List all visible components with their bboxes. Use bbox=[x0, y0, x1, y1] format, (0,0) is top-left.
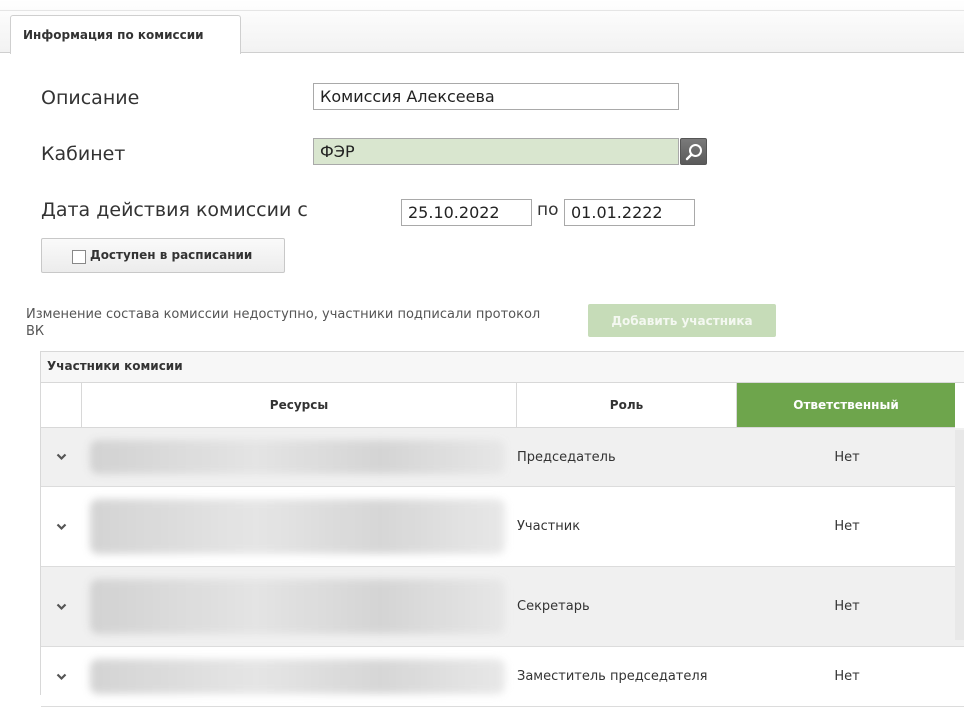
participants-grid: Участники комисии Ресурсы Роль Ответстве… bbox=[40, 351, 964, 707]
role-cell: Секретарь bbox=[517, 599, 590, 614]
date-to-label: по bbox=[537, 200, 559, 220]
column-header-resources[interactable]: Ресурсы bbox=[82, 383, 517, 428]
cabinet-input[interactable]: ФЭР bbox=[313, 138, 679, 165]
description-label: Описание bbox=[41, 87, 140, 109]
tab-commission-info[interactable]: Информация по комиссии bbox=[10, 15, 241, 54]
date-from-input[interactable]: 25.10.2022 bbox=[401, 199, 532, 226]
redacted-resource bbox=[90, 659, 505, 694]
composition-locked-notice: Изменение состава комиссии недоступно, у… bbox=[26, 307, 541, 339]
resource-cell bbox=[82, 487, 515, 566]
resource-cell bbox=[82, 567, 515, 646]
chevron-down-icon bbox=[56, 603, 67, 610]
table-row[interactable]: Участник Нет bbox=[41, 487, 964, 567]
responsible-cell: Нет bbox=[834, 599, 860, 614]
add-participant-button[interactable]: Добавить участника bbox=[588, 304, 776, 337]
role-cell: Заместитель председателя bbox=[517, 669, 708, 684]
column-header-role[interactable]: Роль bbox=[517, 383, 737, 428]
resource-cell bbox=[82, 428, 515, 486]
tab-label: Информация по комиссии bbox=[23, 28, 204, 42]
date-to-input[interactable]: 01.01.2222 bbox=[564, 199, 695, 226]
schedule-checkbox[interactable] bbox=[72, 250, 86, 264]
responsible-cell: Нет bbox=[834, 669, 860, 684]
redacted-resource bbox=[90, 440, 505, 474]
cabinet-label: Кабинет bbox=[41, 143, 126, 165]
table-row[interactable]: Заместитель председателя Нет bbox=[41, 647, 964, 707]
column-header-expander bbox=[41, 383, 82, 428]
description-input[interactable]: Комиссия Алексеева bbox=[313, 83, 679, 110]
grid-title: Участники комисии bbox=[41, 351, 964, 383]
resource-cell bbox=[82, 647, 515, 706]
column-header-responsible[interactable]: Ответственный bbox=[737, 383, 955, 428]
responsible-cell: Нет bbox=[834, 519, 860, 534]
redacted-resource bbox=[90, 579, 505, 634]
validity-label: Дата действия комиссии с bbox=[41, 199, 308, 221]
table-row[interactable]: Председатель Нет bbox=[41, 428, 964, 487]
role-cell: Участник bbox=[517, 519, 581, 534]
responsible-cell: Нет bbox=[834, 449, 860, 465]
schedule-available-toggle[interactable]: Доступен в расписании bbox=[41, 238, 285, 273]
chevron-down-icon bbox=[56, 453, 67, 461]
row-expand-button[interactable] bbox=[41, 567, 82, 646]
row-expand-button[interactable] bbox=[41, 487, 82, 566]
role-cell: Председатель bbox=[517, 449, 616, 465]
chevron-down-icon bbox=[56, 523, 67, 530]
tab-strip: Информация по комиссии bbox=[0, 0, 964, 54]
row-expand-button[interactable] bbox=[41, 428, 82, 486]
table-row[interactable]: Секретарь Нет bbox=[41, 567, 964, 647]
row-expand-button[interactable] bbox=[41, 647, 82, 706]
redacted-resource bbox=[90, 499, 505, 554]
grid-scrollbar[interactable] bbox=[955, 430, 964, 640]
cabinet-lookup-button[interactable] bbox=[680, 138, 707, 165]
schedule-checkbox-label: Доступен в расписании bbox=[90, 248, 253, 262]
search-icon bbox=[685, 144, 702, 161]
chevron-down-icon bbox=[56, 673, 67, 680]
